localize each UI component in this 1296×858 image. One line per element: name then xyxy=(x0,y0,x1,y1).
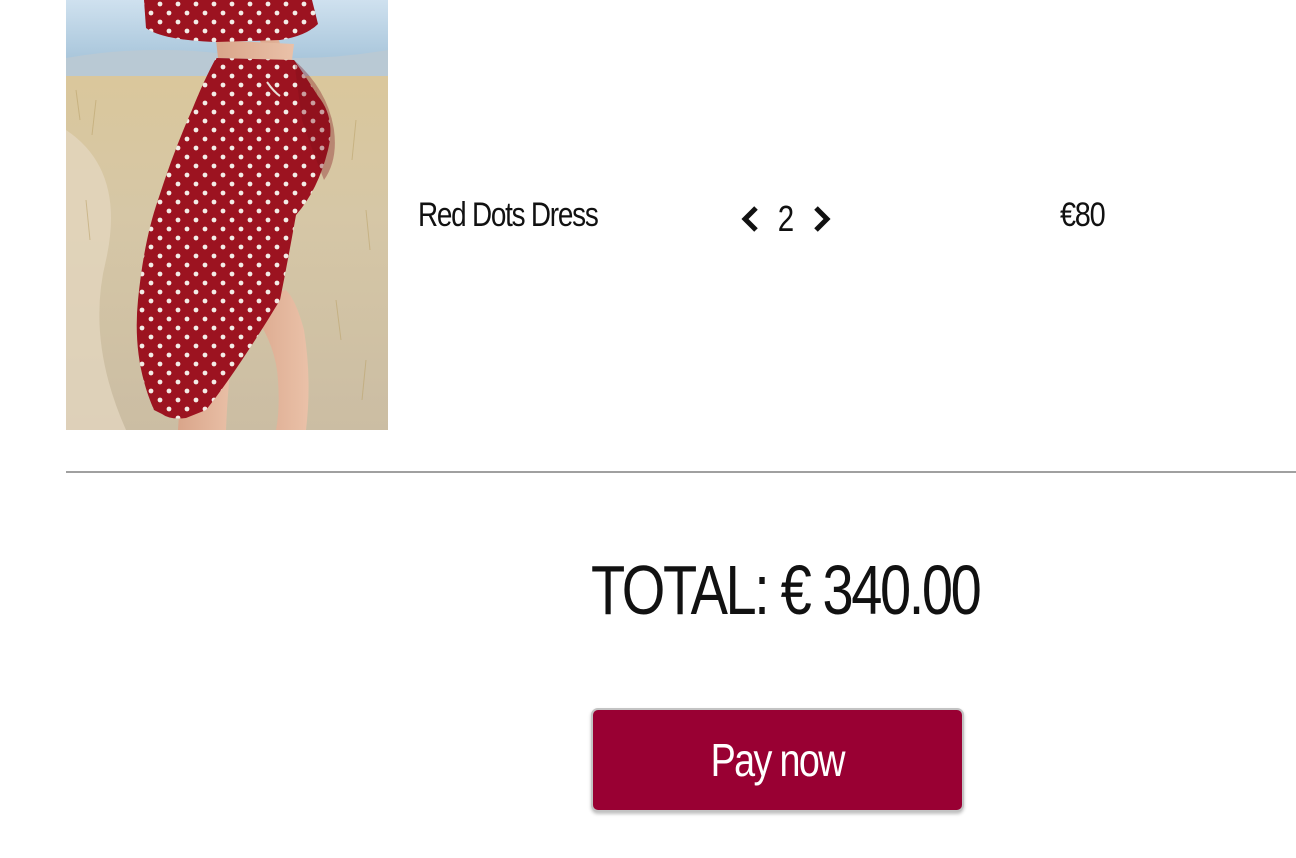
product-price: €80 xyxy=(1060,196,1106,234)
product-name: Red Dots Dress xyxy=(418,196,599,234)
order-total: TOTAL: € 340.00 xyxy=(591,551,982,629)
pay-now-label: Pay now xyxy=(710,734,846,786)
cart-item-row: Red Dots Dress 2 €80 xyxy=(66,0,1296,430)
chevron-right-icon xyxy=(814,206,831,232)
product-image xyxy=(66,0,388,430)
increase-quantity-button[interactable] xyxy=(806,199,836,239)
cart-page: Red Dots Dress 2 €80 TOTAL: € 340.00 Pay… xyxy=(0,0,1296,858)
quantity-value: 2 xyxy=(777,198,795,239)
divider xyxy=(66,471,1296,473)
decrease-quantity-button[interactable] xyxy=(736,199,766,239)
pay-now-button[interactable]: Pay now xyxy=(591,708,964,812)
quantity-stepper: 2 xyxy=(736,196,836,242)
chevron-left-icon xyxy=(741,206,758,232)
